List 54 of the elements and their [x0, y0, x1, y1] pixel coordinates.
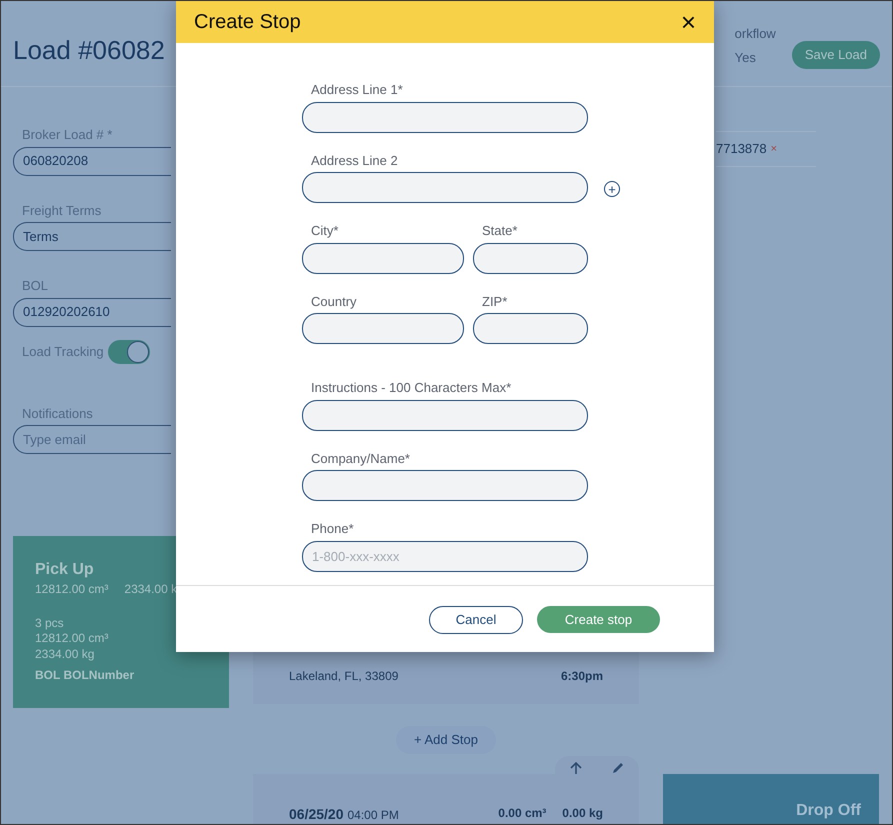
- drop-off-card[interactable]: Drop Off: [663, 774, 879, 824]
- close-time: 6:30pm: [560, 668, 603, 685]
- time-text: 04:00 PM: [348, 806, 399, 824]
- input-field[interactable]: 060820208: [13, 146, 171, 176]
- workflow-value: Yes: [734, 48, 757, 66]
- add-button[interactable]: +: [604, 181, 620, 197]
- save-load-button[interactable]: Save Load: [792, 41, 880, 68]
- detail-text: 12812.00 cm³: [35, 631, 110, 647]
- arrow-up-icon[interactable]: [569, 760, 584, 774]
- page-title: Load #06082: [13, 34, 165, 67]
- input-field[interactable]: [302, 313, 464, 344]
- card-title: Pick Up: [35, 560, 95, 580]
- create-stop-button[interactable]: Create stop: [537, 606, 660, 633]
- field-label: State*: [482, 222, 518, 240]
- input-field[interactable]: [473, 242, 588, 274]
- field-label: Freight Terms: [22, 202, 102, 220]
- field-label: Address Line 1*: [311, 81, 404, 99]
- detail-text: 3 pcs: [35, 616, 65, 632]
- input-field[interactable]: [302, 102, 588, 132]
- field-label: Instructions - 100 Characters Max*: [311, 379, 512, 397]
- field-label: Notifications: [22, 404, 94, 422]
- address-text: Lakeland, FL, 33809: [289, 668, 398, 685]
- input-field[interactable]: Type email: [13, 425, 171, 454]
- field-label: Address Line 2: [311, 152, 399, 170]
- input-field[interactable]: 1-800-xxx-xxxx: [302, 540, 588, 572]
- field-label: Country: [311, 292, 358, 311]
- modal-title: Create Stop: [194, 10, 301, 35]
- field-label: ZIP*: [482, 292, 508, 310]
- field-label: BOL: [22, 277, 50, 295]
- input-field[interactable]: [302, 242, 464, 274]
- remove-tag-button[interactable]: ×: [770, 140, 778, 157]
- add-stop-button[interactable]: + Add Stop: [396, 726, 496, 754]
- input-field[interactable]: Terms: [13, 222, 171, 251]
- field-label: Company/Name*: [311, 450, 411, 468]
- close-button[interactable]: ×: [680, 9, 696, 35]
- input-field[interactable]: [473, 313, 588, 344]
- weight-text: 0.00 kg: [562, 804, 603, 822]
- field-label: Phone*: [311, 520, 355, 538]
- bol-text: BOL BOLNumber: [35, 668, 136, 684]
- input-field[interactable]: [302, 470, 588, 501]
- toggle-label: Load Tracking: [22, 342, 104, 361]
- input-field[interactable]: [302, 400, 588, 430]
- toggle-switch[interactable]: [108, 340, 150, 364]
- cancel-button[interactable]: Cancel: [429, 606, 523, 634]
- field-label: City*: [311, 222, 340, 240]
- date-text: 06/25/20: [289, 804, 344, 824]
- input-field[interactable]: 012920202610: [13, 298, 171, 326]
- field-label: Broker Load # *: [22, 126, 114, 144]
- workflow-label: orkflow: [734, 25, 776, 43]
- detail-text: 2334.00 kg: [35, 646, 96, 662]
- volume-text: 0.00 cm³: [498, 804, 546, 822]
- input-field[interactable]: [302, 172, 588, 203]
- tag-text: 7713878: [716, 140, 767, 158]
- volume-text: 12812.00 cm³: [35, 582, 108, 598]
